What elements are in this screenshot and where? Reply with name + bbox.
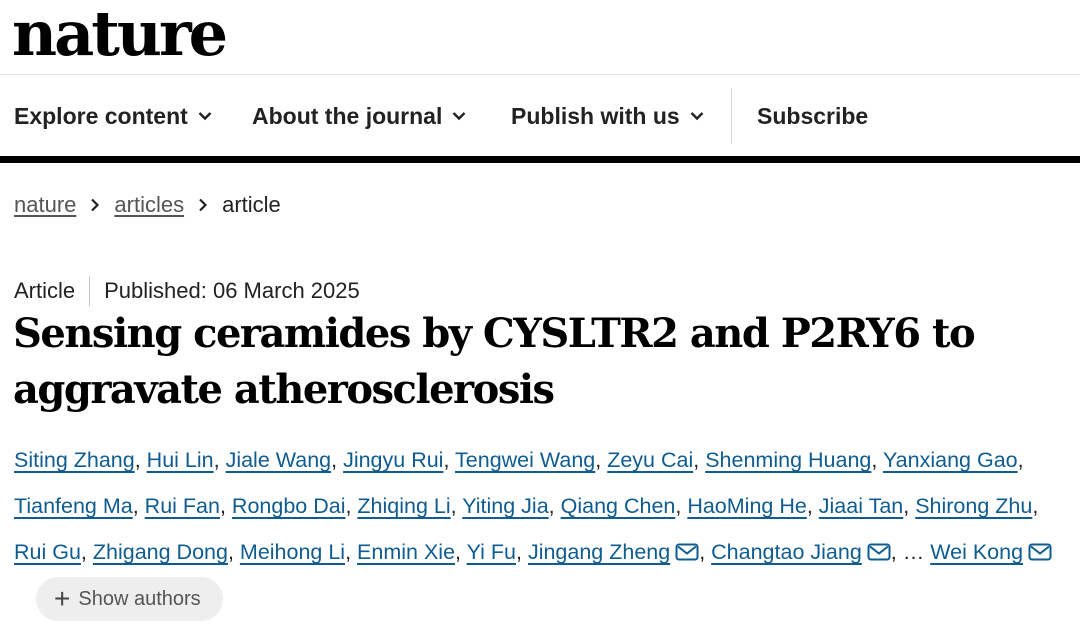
author-link[interactable]: Changtao Jiang (711, 540, 862, 564)
nature-logo[interactable]: nature (12, 0, 228, 74)
author-link[interactable]: Tianfeng Ma (14, 494, 133, 518)
author-link[interactable]: Jiale Wang (226, 448, 332, 472)
meta-divider (89, 276, 91, 306)
author-link[interactable]: Yi Fu (467, 540, 516, 564)
author-link[interactable]: Jiaai Tan (819, 494, 903, 518)
authors-container: Siting Zhang, Hui Lin, Jiale Wang, Jingy… (14, 448, 1039, 564)
published-date: Published: 06 March 2025 (104, 278, 360, 303)
nav-subscribe[interactable]: Subscribe (757, 76, 868, 156)
chevron-right-icon (198, 198, 208, 212)
author-link[interactable]: Qiang Chen (561, 494, 676, 518)
nav-separator (731, 88, 732, 144)
chevron-down-icon (690, 112, 704, 121)
author-link[interactable]: Zhiqing Li (357, 494, 450, 518)
mail-icon[interactable] (1028, 543, 1052, 561)
author-link[interactable]: Yanxiang Gao (883, 448, 1018, 472)
plus-icon: + (54, 583, 71, 615)
author-link[interactable]: Zhigang Dong (93, 540, 228, 564)
mail-icon[interactable] (675, 543, 699, 561)
author-link[interactable]: Tengwei Wang (455, 448, 595, 472)
mail-icon[interactable] (867, 543, 891, 561)
show-authors-label: Show authors (78, 588, 201, 611)
show-authors-button[interactable]: + Show authors (36, 577, 223, 622)
author-link[interactable]: Rui Fan (145, 494, 220, 518)
nav-publish-with-us[interactable]: Publish with us (511, 76, 704, 156)
nav-about-journal-label: About the journal (252, 102, 443, 129)
author-link[interactable]: Jingang Zheng (528, 540, 670, 564)
author-link[interactable]: Shenming Huang (705, 448, 871, 472)
author-list: Siting Zhang, Hui Lin, Jiale Wang, Jingy… (14, 437, 1076, 622)
author-link[interactable]: Rui Gu (14, 540, 81, 564)
ellipsis: … (902, 540, 925, 564)
breadcrumb-articles[interactable]: articles (114, 192, 184, 218)
author-link[interactable]: HaoMing He (687, 494, 807, 518)
author-link-last[interactable]: Wei Kong (930, 540, 1023, 564)
author-link[interactable]: Rongbo Dai (232, 494, 346, 518)
nav-explore-content-label: Explore content (14, 102, 188, 129)
author-link[interactable]: Meihong Li (240, 540, 345, 564)
nav-about-journal[interactable]: About the journal (252, 76, 466, 156)
breadcrumb: nature articles article (14, 192, 281, 218)
nav-subscribe-label: Subscribe (757, 102, 869, 129)
chevron-down-icon (198, 112, 212, 121)
author-link[interactable]: Zeyu Cai (607, 448, 693, 472)
main-navigation: Explore content About the journal Publis… (0, 76, 1080, 156)
breadcrumb-nature[interactable]: nature (14, 192, 76, 218)
nav-bottom-bar (0, 156, 1080, 163)
author-link[interactable]: Siting Zhang (14, 448, 135, 472)
author-link[interactable]: Enmin Xie (357, 540, 455, 564)
header-divider (0, 74, 1080, 75)
breadcrumb-current: article (222, 192, 281, 217)
author-link[interactable]: Hui Lin (147, 448, 214, 472)
article-title: Sensing ceramides by CYSLTR2 and P2RY6 t… (13, 310, 976, 413)
chevron-down-icon (453, 112, 466, 121)
author-link[interactable]: Yiting Jia (462, 494, 548, 518)
nav-explore-content[interactable]: Explore content (14, 76, 212, 156)
article-type: Article (14, 278, 76, 303)
article-meta: Article Published: 06 March 2025 (14, 276, 360, 306)
chevron-right-icon (90, 198, 100, 212)
author-link[interactable]: Jingyu Rui (343, 448, 443, 472)
nav-publish-with-us-label: Publish with us (511, 102, 680, 129)
author-link[interactable]: Shirong Zhu (915, 494, 1032, 518)
